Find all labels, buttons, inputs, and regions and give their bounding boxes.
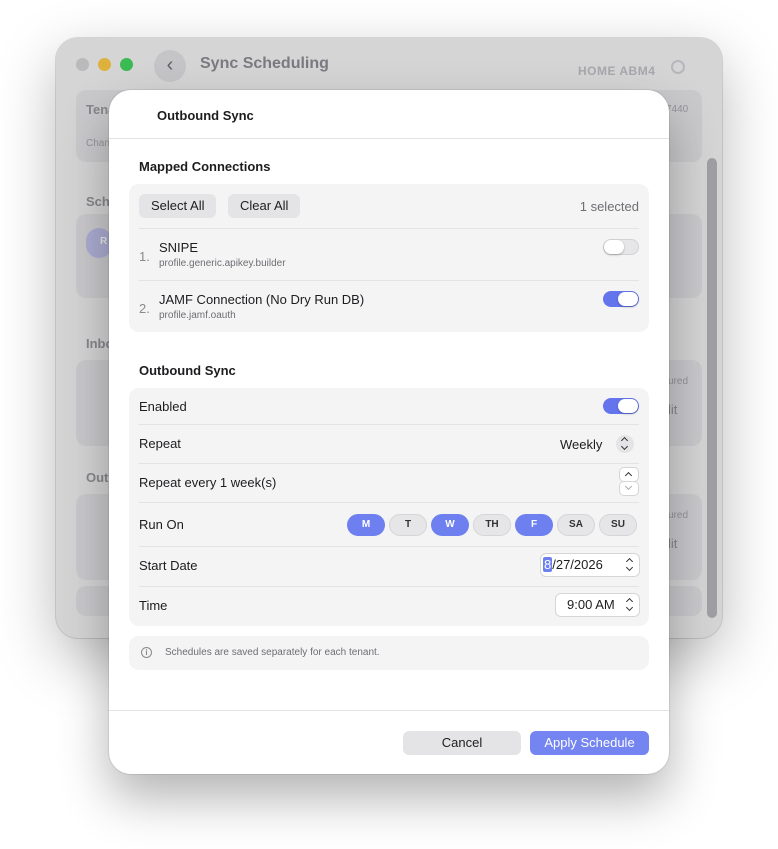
- time-field[interactable]: 9:00 AM: [556, 594, 639, 616]
- outbound-sync-title: Outbound Sync: [139, 363, 236, 378]
- divider: [109, 710, 669, 711]
- divider: [139, 586, 639, 587]
- day-wednesday[interactable]: W: [431, 514, 469, 536]
- cancel-button[interactable]: Cancel: [403, 731, 521, 755]
- divider: [139, 228, 639, 229]
- apply-schedule-button[interactable]: Apply Schedule: [530, 731, 649, 755]
- day-saturday[interactable]: SA: [557, 514, 595, 536]
- time-value[interactable]: 9:00 AM: [567, 597, 615, 612]
- repeat-every-label: Repeat every 1 week(s): [139, 475, 277, 490]
- selected-count: 1 selected: [579, 199, 639, 214]
- connection-profile: profile.generic.apikey.builder: [159, 258, 286, 269]
- day-monday[interactable]: M: [347, 514, 385, 536]
- sheet-title: Outbound Sync: [157, 108, 254, 123]
- toggle-knob: [618, 399, 638, 413]
- repeat-select-value[interactable]: Weekly: [560, 437, 602, 452]
- start-date-label: Start Date: [139, 558, 198, 573]
- connection-name: JAMF Connection (No Dry Run DB): [159, 292, 365, 307]
- time-label: Time: [139, 598, 168, 613]
- date-stepper-icon[interactable]: [625, 557, 635, 573]
- select-all-button[interactable]: Select All: [139, 194, 217, 218]
- run-on-days: M T W TH F SA SU: [347, 514, 639, 536]
- start-date-month-segment[interactable]: 8: [543, 557, 553, 572]
- divider: [139, 502, 639, 503]
- toggle-knob: [604, 240, 624, 254]
- outbound-sync-sheet: Outbound Sync Mapped Connections Select …: [109, 90, 669, 774]
- divider: [109, 138, 669, 139]
- enabled-label: Enabled: [139, 399, 187, 414]
- stepper-up-icon[interactable]: [620, 468, 638, 481]
- repeat-every-stepper[interactable]: [620, 468, 638, 496]
- stepper-down-icon[interactable]: [620, 482, 638, 495]
- repeat-label: Repeat: [139, 436, 181, 451]
- day-sunday[interactable]: SU: [599, 514, 637, 536]
- day-thursday[interactable]: TH: [473, 514, 511, 536]
- mapped-connections-title: Mapped Connections: [139, 159, 271, 174]
- toggle-knob: [618, 292, 638, 306]
- repeat-select-chevron-icon[interactable]: [616, 435, 634, 453]
- connection-number: 1.: [139, 249, 150, 264]
- time-stepper-icon[interactable]: [625, 597, 635, 613]
- connection-number: 2.: [139, 301, 150, 316]
- info-circle-icon: i: [141, 647, 152, 658]
- connection-name: SNIPE: [159, 240, 199, 255]
- mapped-connections-group: Select All Clear All 1 selected 1. SNIPE…: [129, 184, 649, 332]
- connection-profile: profile.jamf.oauth: [159, 310, 236, 321]
- divider: [139, 280, 639, 281]
- screen: ‹ Sync Scheduling HOME ABM4 Tena Chan 74…: [0, 0, 778, 849]
- connection-toggle-snipe[interactable]: [603, 239, 639, 255]
- divider: [139, 546, 639, 547]
- divider: [139, 463, 639, 464]
- outbound-sync-group: Enabled Repeat Weekly Repeat every 1 wee…: [129, 388, 649, 626]
- start-date-field[interactable]: 8/27/2026: [541, 554, 639, 576]
- connection-toggle-jamf[interactable]: [603, 291, 639, 307]
- day-tuesday[interactable]: T: [389, 514, 427, 536]
- start-date-rest[interactable]: /27/2026: [552, 557, 603, 572]
- info-box: i Schedules are saved separately for eac…: [129, 636, 649, 670]
- run-on-label: Run On: [139, 517, 184, 532]
- divider: [139, 424, 639, 425]
- info-text: Schedules are saved separately for each …: [165, 647, 380, 658]
- clear-all-button[interactable]: Clear All: [228, 194, 301, 218]
- enabled-toggle[interactable]: [603, 398, 639, 414]
- day-friday[interactable]: F: [515, 514, 553, 536]
